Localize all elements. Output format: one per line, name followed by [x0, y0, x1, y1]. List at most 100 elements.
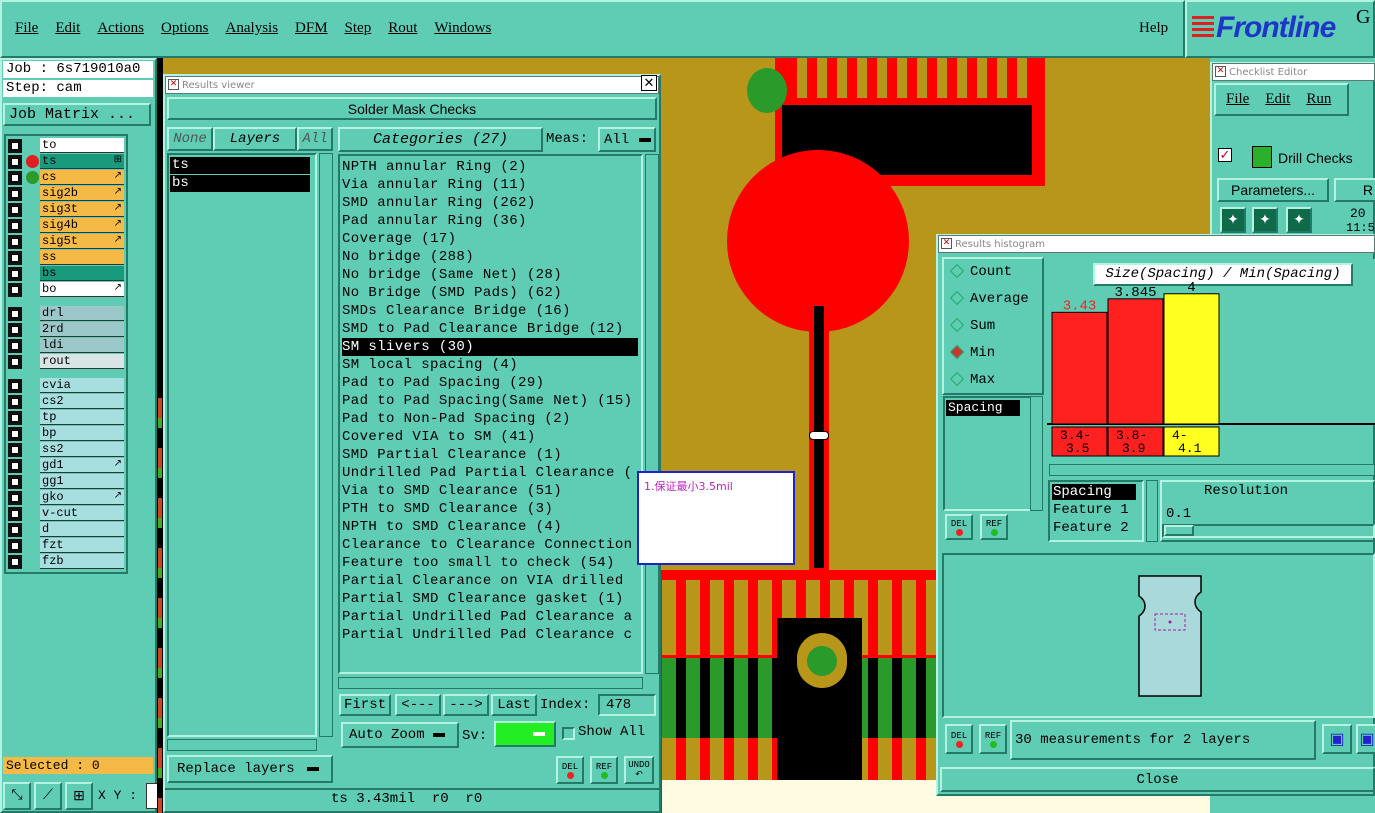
- drill-checks-label[interactable]: Drill Checks: [1278, 150, 1353, 166]
- categories-hscroll[interactable]: [338, 677, 643, 689]
- layer-name[interactable]: ss2: [40, 442, 124, 457]
- layer-name[interactable]: rout: [40, 354, 124, 369]
- radio-sum[interactable]: Sum: [949, 318, 995, 334]
- layer-checkbox[interactable]: [8, 443, 22, 457]
- layer-item-ts[interactable]: ts: [170, 157, 310, 174]
- del-button[interactable]: DEL: [556, 756, 584, 784]
- layer-row-gd1[interactable]: gd1 ↗: [8, 458, 124, 473]
- category-item[interactable]: SMDs Clearance Bridge (16): [342, 302, 638, 320]
- layer-row-sig5t[interactable]: sig5t ↗: [8, 234, 124, 249]
- layer-row-2rd[interactable]: 2rd: [8, 322, 124, 337]
- layer-checkbox[interactable]: [8, 475, 22, 489]
- window-menu-icon[interactable]: ✕: [941, 238, 952, 249]
- layer-name[interactable]: gd1: [40, 458, 124, 473]
- results-viewer-close-button[interactable]: ✕: [641, 75, 657, 91]
- layer-name[interactable]: cs: [40, 170, 124, 185]
- layer-row-gko[interactable]: gko ↗: [8, 490, 124, 505]
- stat-list-item[interactable]: Spacing: [946, 400, 1020, 416]
- layer-checkbox[interactable]: [8, 155, 22, 169]
- layer-checkbox[interactable]: [8, 307, 22, 321]
- job-matrix-button[interactable]: Job Matrix ...: [3, 103, 151, 126]
- chart-hscroll[interactable]: [1049, 464, 1375, 476]
- action-icon-1[interactable]: ✦: [1220, 207, 1246, 233]
- export-icon[interactable]: ▣: [1322, 724, 1352, 754]
- layer-checkbox[interactable]: [8, 379, 22, 393]
- layer-name[interactable]: fzb: [40, 554, 124, 569]
- category-item[interactable]: Feature too small to check (54): [342, 554, 638, 572]
- checklist-item-checkbox[interactable]: ✓: [1218, 148, 1232, 162]
- menu-edit[interactable]: Edit: [55, 20, 80, 36]
- category-item[interactable]: SMD Partial Clearance (1): [342, 446, 638, 464]
- spacing-list-item[interactable]: Feature 1: [1052, 502, 1136, 518]
- action-icon-2[interactable]: ✦: [1252, 207, 1278, 233]
- auto-zoom-dropdown[interactable]: Auto Zoom: [341, 722, 459, 748]
- histogram-titlebar[interactable]: ✕ Results histogram: [938, 235, 1375, 253]
- index-field[interactable]: 478: [598, 694, 656, 716]
- radio-max[interactable]: Max: [949, 372, 995, 388]
- layer-item-bs[interactable]: bs: [170, 175, 310, 192]
- checklist-menu-run[interactable]: Run: [1306, 91, 1331, 108]
- layers-none-button[interactable]: None: [167, 127, 213, 151]
- layer-checkbox[interactable]: [8, 219, 22, 233]
- layer-row-tp[interactable]: tp: [8, 410, 124, 425]
- layer-row-rout[interactable]: rout: [8, 354, 124, 369]
- hist-ref-button[interactable]: REF: [980, 514, 1008, 540]
- parameters-button[interactable]: Parameters...: [1217, 178, 1329, 202]
- layer-row-cs[interactable]: cs ↗: [8, 170, 124, 185]
- hist-del-button[interactable]: DEL: [945, 514, 973, 540]
- layer-name[interactable]: cvia: [40, 378, 124, 393]
- first-button[interactable]: First: [339, 694, 391, 716]
- layer-name[interactable]: d: [40, 522, 124, 537]
- layer-checkbox[interactable]: [8, 555, 22, 569]
- layer-row-ldi[interactable]: ldi: [8, 338, 124, 353]
- spacing-list-item[interactable]: Feature 2: [1052, 520, 1136, 536]
- resolution-slider-thumb[interactable]: [1164, 525, 1194, 536]
- category-item[interactable]: Via annular Ring (11): [342, 176, 638, 194]
- layer-checkbox[interactable]: [8, 523, 22, 537]
- radio-min[interactable]: Min: [949, 345, 995, 361]
- category-item[interactable]: SMD to Pad Clearance Bridge (12): [342, 320, 638, 338]
- layer-name[interactable]: bp: [40, 426, 124, 441]
- menu-analysis[interactable]: Analysis: [226, 20, 279, 36]
- sv-color-dropdown[interactable]: [494, 721, 556, 747]
- category-item[interactable]: Undrilled Pad Partial Clearance (: [342, 464, 638, 482]
- layer-checkbox[interactable]: [8, 539, 22, 553]
- layer-row-d[interactable]: d: [8, 522, 124, 537]
- action-icon-3[interactable]: ✦: [1286, 207, 1312, 233]
- next-button[interactable]: --->: [443, 694, 489, 716]
- layer-checkbox[interactable]: [8, 355, 22, 369]
- category-item[interactable]: Via to SMD Clearance (51): [342, 482, 638, 500]
- category-item[interactable]: Partial SMD Clearance gasket (1): [342, 590, 638, 608]
- layer-row-drl[interactable]: drl: [8, 306, 124, 321]
- export-icon-2[interactable]: ▣: [1356, 724, 1375, 754]
- layer-name[interactable]: ldi: [40, 338, 124, 353]
- category-item[interactable]: Partial Undrilled Pad Clearance a: [342, 608, 638, 626]
- layer-row-fzb[interactable]: fzb: [8, 554, 124, 569]
- replace-layers-dropdown[interactable]: Replace layers: [167, 755, 333, 783]
- layer-name[interactable]: cs2: [40, 394, 124, 409]
- checklist-menu-edit[interactable]: Edit: [1265, 91, 1290, 108]
- layers-listbox[interactable]: [167, 153, 317, 737]
- layer-checkbox[interactable]: [8, 507, 22, 521]
- layer-row-ss[interactable]: ss: [8, 250, 124, 265]
- layer-row-cvia[interactable]: cvia: [8, 378, 124, 393]
- category-item[interactable]: No Bridge (SMD Pads) (62): [342, 284, 638, 302]
- layer-name[interactable]: sig5t: [40, 234, 124, 249]
- zoom-box-icon[interactable]: ⤡: [3, 782, 31, 810]
- layer-row-v-cut[interactable]: v-cut: [8, 506, 124, 521]
- layers-hscroll[interactable]: [167, 739, 317, 751]
- layer-name[interactable]: v-cut: [40, 506, 124, 521]
- categories-vscroll[interactable]: [645, 154, 659, 674]
- category-item[interactable]: No bridge (288): [342, 248, 638, 266]
- results-viewer-titlebar[interactable]: ✕ Results viewer: [165, 76, 659, 94]
- menu-actions[interactable]: Actions: [97, 20, 144, 36]
- help-menu[interactable]: Help: [1139, 20, 1168, 37]
- layer-name[interactable]: drl: [40, 306, 124, 321]
- category-item[interactable]: Pad to Pad Spacing(Same Net) (15): [342, 392, 638, 410]
- layer-checkbox[interactable]: [8, 491, 22, 505]
- window-menu-icon[interactable]: ✕: [168, 79, 179, 90]
- prev-button[interactable]: <---: [395, 694, 441, 716]
- menu-rout[interactable]: Rout: [388, 20, 417, 36]
- checklist-r-button[interactable]: R: [1334, 178, 1375, 202]
- spacing-list-item[interactable]: Spacing: [1052, 484, 1136, 500]
